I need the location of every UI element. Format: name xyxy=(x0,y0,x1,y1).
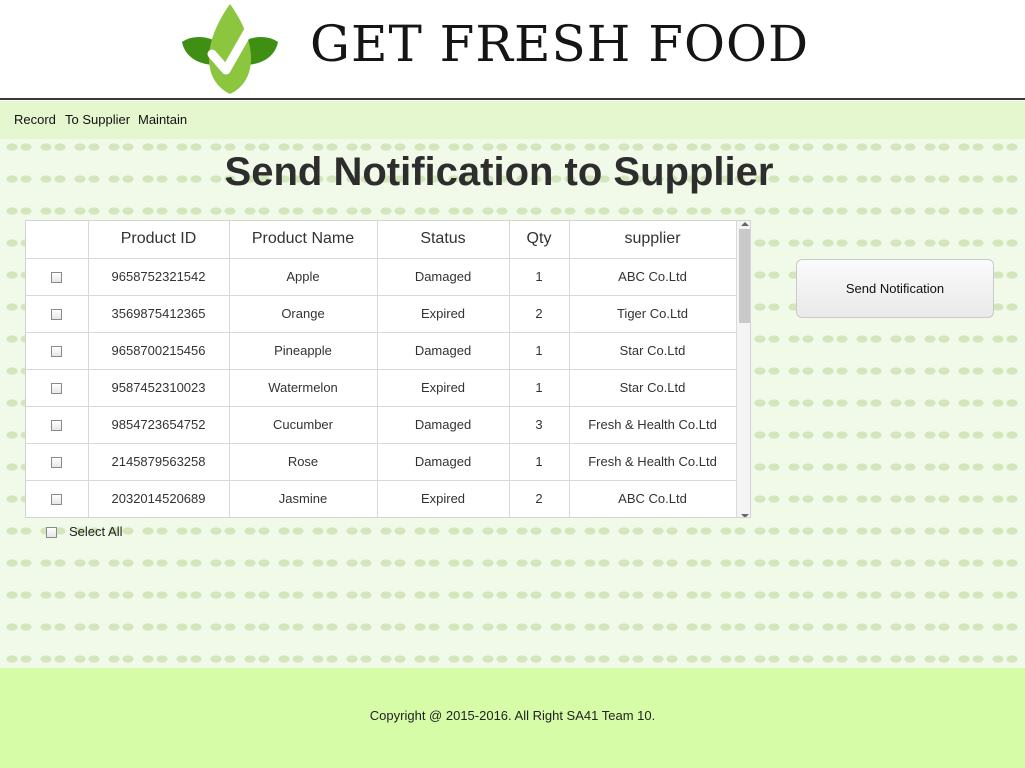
status-cell: Damaged xyxy=(377,406,510,444)
qty-cell: 1 xyxy=(509,332,570,370)
main-content: Record To Supplier Maintain Send Notific… xyxy=(0,101,1025,668)
product-id-cell: 2032014520689 xyxy=(88,480,230,517)
product-name-cell: Orange xyxy=(229,295,378,333)
row-checkbox-cell xyxy=(26,406,89,444)
qty-cell: 2 xyxy=(509,295,570,333)
product-name-cell: Apple xyxy=(229,258,378,296)
product-name-cell: Jasmine xyxy=(229,480,378,517)
row-checkbox[interactable] xyxy=(51,309,63,321)
send-notification-button[interactable]: Send Notification xyxy=(796,259,994,318)
supplier-cell: Fresh & Health Co.Ltd xyxy=(569,406,737,444)
table-row[interactable]: 9658700215456 Pineapple Damaged 1 Star C… xyxy=(26,332,737,370)
supplier-cell: Star Co.Ltd xyxy=(569,369,737,407)
row-checkbox-cell xyxy=(26,295,89,333)
scrollbar-thumb[interactable] xyxy=(739,229,750,323)
notification-table: Product ID Product Name Status Qty suppl… xyxy=(25,220,751,518)
select-all-control[interactable]: Select All xyxy=(46,524,122,539)
supplier-cell: ABC Co.Ltd xyxy=(569,480,737,517)
table-row[interactable]: 3569875412365 Orange Expired 2 Tiger Co.… xyxy=(26,295,737,333)
product-id-cell: 9658752321542 xyxy=(88,258,230,296)
footer: Copyright @ 2015-2016. All Right SA41 Te… xyxy=(0,668,1025,768)
select-all-checkbox[interactable] xyxy=(46,527,57,539)
page-title: Send Notification to Supplier xyxy=(224,150,774,194)
column-header-product-id[interactable]: Product ID xyxy=(88,221,230,259)
column-header-product-name[interactable]: Product Name xyxy=(229,221,378,259)
product-name-cell: Rose xyxy=(229,443,378,481)
scroll-up-arrow-icon[interactable] xyxy=(741,222,749,226)
status-cell: Damaged xyxy=(377,258,510,296)
supplier-cell: Star Co.Ltd xyxy=(569,332,737,370)
row-checkbox-cell xyxy=(26,443,89,481)
supplier-cell: Tiger Co.Ltd xyxy=(569,295,737,333)
product-id-cell: 9658700215456 xyxy=(88,332,230,370)
row-checkbox-cell xyxy=(26,369,89,407)
row-checkbox[interactable] xyxy=(51,494,63,506)
status-cell: Expired xyxy=(377,295,510,333)
status-cell: Expired xyxy=(377,369,510,407)
qty-cell: 1 xyxy=(509,258,570,296)
app-header: GET FRESH FOOD xyxy=(0,0,1025,100)
product-id-cell: 9854723654752 xyxy=(88,406,230,444)
column-header-supplier[interactable]: supplier xyxy=(569,221,737,259)
table-row[interactable]: 9587452310023 Watermelon Expired 1 Star … xyxy=(26,369,737,407)
row-checkbox[interactable] xyxy=(51,383,63,395)
qty-cell: 1 xyxy=(509,443,570,481)
product-id-cell: 3569875412365 xyxy=(88,295,230,333)
row-checkbox-cell xyxy=(26,332,89,370)
table-row[interactable]: 2145879563258 Rose Damaged 1 Fresh & Hea… xyxy=(26,443,737,481)
product-id-cell: 9587452310023 xyxy=(88,369,230,407)
supplier-cell: Fresh & Health Co.Ltd xyxy=(569,443,737,481)
scroll-down-arrow-icon[interactable] xyxy=(741,514,749,517)
table-row[interactable]: 2032014520689 Jasmine Expired 2 ABC Co.L… xyxy=(26,480,737,517)
status-cell: Damaged xyxy=(377,332,510,370)
supplier-cell: ABC Co.Ltd xyxy=(569,258,737,296)
qty-cell: 2 xyxy=(509,480,570,517)
product-id-cell: 2145879563258 xyxy=(88,443,230,481)
product-name-cell: Cucumber xyxy=(229,406,378,444)
menu-bar: Record To Supplier Maintain xyxy=(0,101,1025,139)
column-header-status[interactable]: Status xyxy=(377,221,510,259)
menu-item-to-supplier[interactable]: To Supplier xyxy=(65,112,130,127)
row-checkbox[interactable] xyxy=(51,457,63,469)
row-checkbox-cell xyxy=(26,480,89,517)
table-row[interactable]: 9854723654752 Cucumber Damaged 3 Fresh &… xyxy=(26,406,737,444)
product-name-cell: Watermelon xyxy=(229,369,378,407)
copyright-text: Copyright @ 2015-2016. All Right SA41 Te… xyxy=(369,708,656,723)
table-header-row: Product ID Product Name Status Qty suppl… xyxy=(26,221,737,259)
table-scrollbar[interactable] xyxy=(736,221,750,517)
menu-item-record[interactable]: Record xyxy=(14,112,56,127)
status-cell: Damaged xyxy=(377,443,510,481)
product-name-cell: Pineapple xyxy=(229,332,378,370)
status-cell: Expired xyxy=(377,480,510,517)
menu-item-maintain[interactable]: Maintain xyxy=(138,112,187,127)
row-checkbox[interactable] xyxy=(51,272,63,284)
qty-cell: 1 xyxy=(509,369,570,407)
leaf-check-logo-icon xyxy=(182,4,278,94)
brand-title: GET FRESH FOOD xyxy=(310,15,810,73)
product-table: Product ID Product Name Status Qty suppl… xyxy=(26,221,737,517)
column-header-qty[interactable]: Qty xyxy=(509,221,570,259)
row-checkbox-cell xyxy=(26,258,89,296)
row-checkbox[interactable] xyxy=(51,346,63,358)
table-row[interactable]: 9658752321542 Apple Damaged 1 ABC Co.Ltd xyxy=(26,258,737,296)
qty-cell: 3 xyxy=(509,406,570,444)
select-all-label: Select All xyxy=(69,524,123,539)
column-header-select xyxy=(26,221,89,259)
row-checkbox[interactable] xyxy=(51,420,63,432)
